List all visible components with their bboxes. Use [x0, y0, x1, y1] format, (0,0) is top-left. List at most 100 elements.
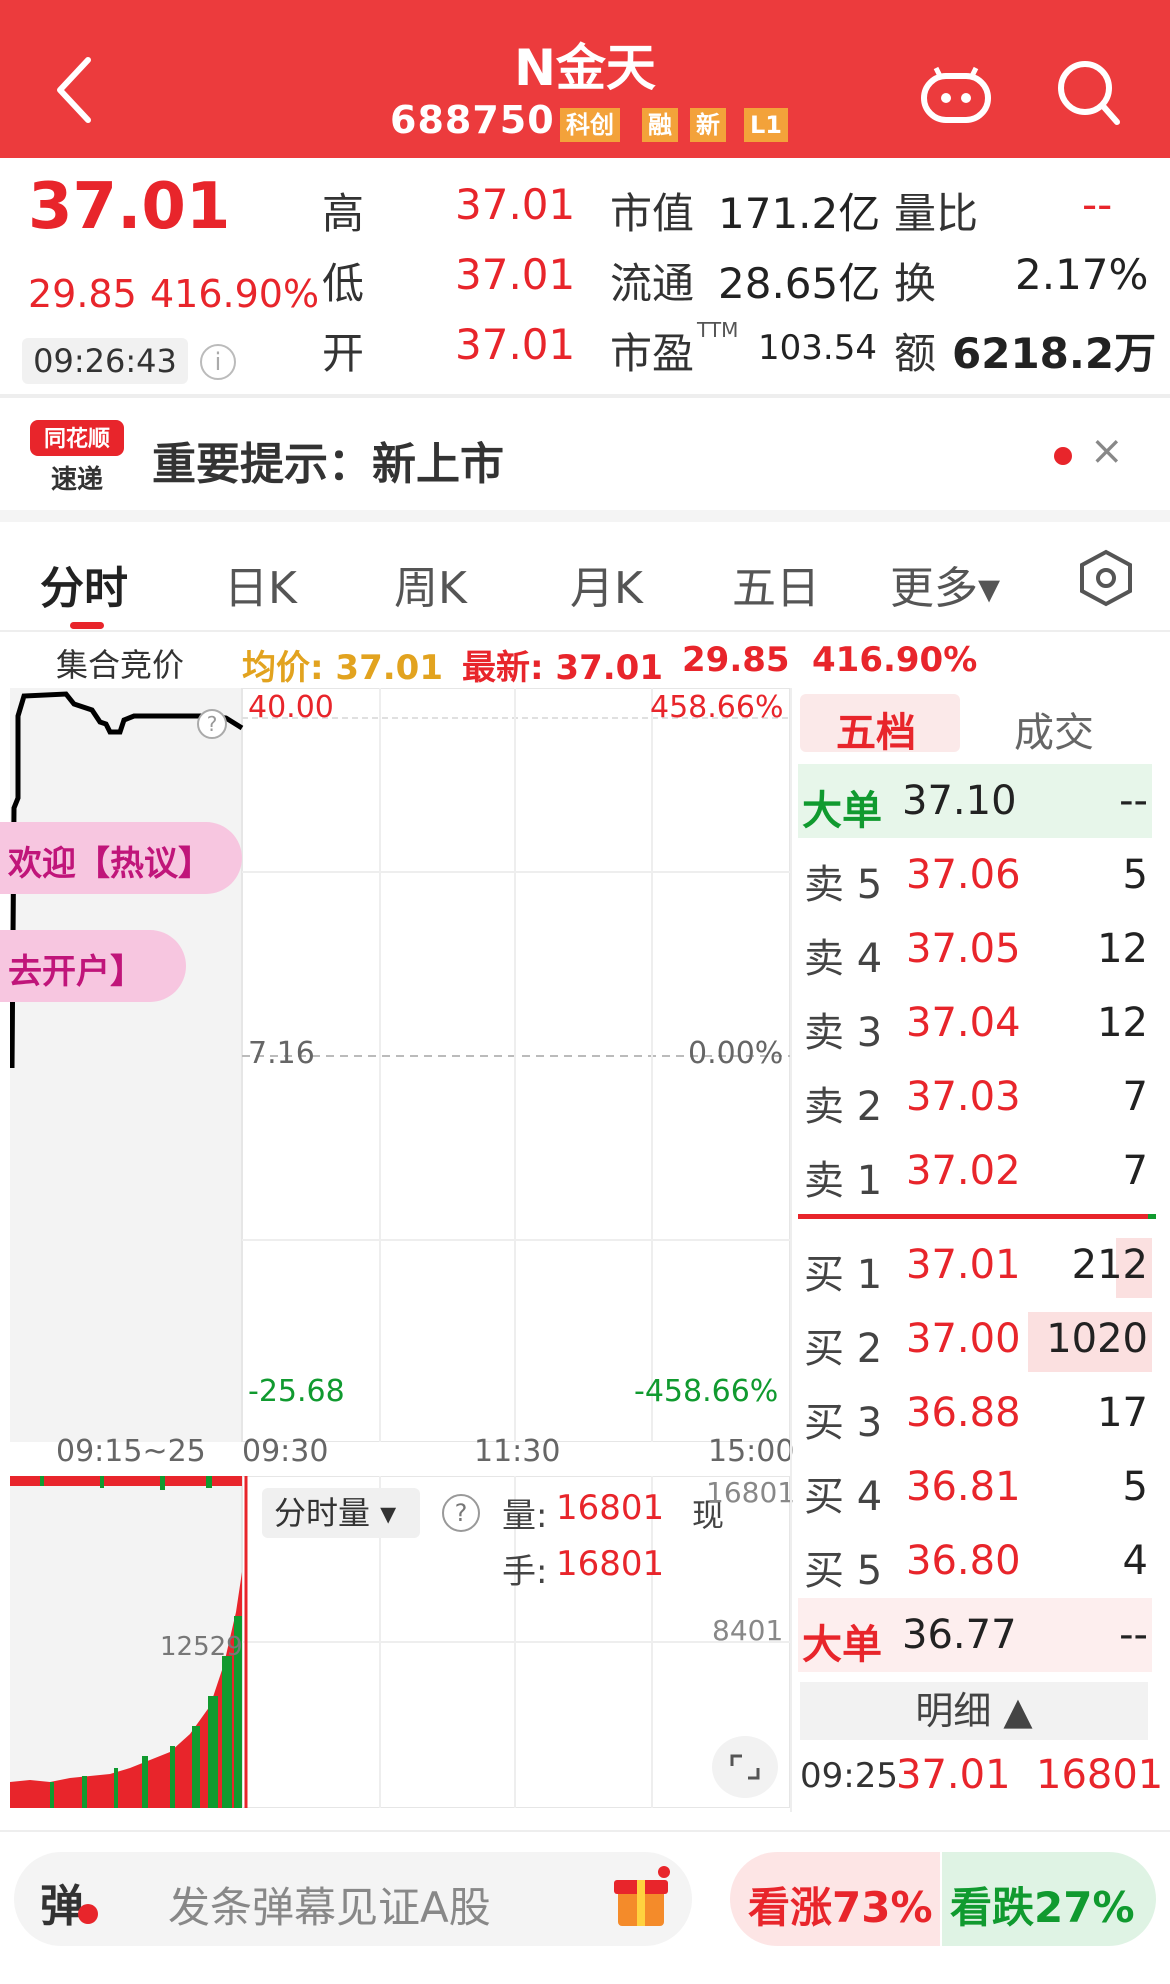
- price-change: 29.85: [28, 272, 137, 316]
- unread-dot: [1054, 447, 1072, 465]
- big-buy-order: 大单 36.77 --: [798, 1598, 1152, 1672]
- danmu-icon: 弹: [40, 1881, 84, 1932]
- high-value: 37.01: [455, 180, 576, 229]
- ask-row[interactable]: 卖 1 37.02 7: [798, 1134, 1152, 1208]
- trade-price: 37.01: [896, 1752, 1011, 1798]
- market-cap-value: 171.2亿: [718, 189, 881, 238]
- ask-row[interactable]: 卖 2 37.03 7: [798, 1060, 1152, 1134]
- tag-new: 新: [690, 108, 726, 142]
- volume-axis-top: 16801: [706, 1476, 796, 1509]
- y-axis-bottom: -25.68: [248, 1374, 345, 1409]
- float-cap-label: 流通: [610, 259, 695, 308]
- tab-trades[interactable]: 成交: [1014, 700, 1094, 758]
- robot-assistant-icon[interactable]: [920, 66, 992, 124]
- stock-name: N金天: [514, 39, 656, 97]
- amount-value: 6218.2万: [952, 329, 1157, 378]
- tab-weekly-k[interactable]: 周K: [394, 552, 467, 616]
- hand-value: 16801: [556, 1544, 665, 1584]
- volume-axis-mid: 8401: [712, 1614, 784, 1647]
- tag-level1: L1: [744, 108, 788, 142]
- volume-value: 16801: [556, 1488, 665, 1528]
- y-axis-top: 40.00: [248, 690, 334, 725]
- divider: [0, 1830, 1170, 1832]
- divider: [0, 394, 1170, 398]
- pe-ttm-sup: TTM: [697, 318, 739, 342]
- auction-volume-label: 12529: [160, 1632, 243, 1662]
- y-axis-bottom-pct: -458.66%: [634, 1374, 779, 1409]
- help-icon[interactable]: ?: [442, 1494, 480, 1532]
- ask-row[interactable]: 卖 4 37.05 12: [798, 912, 1152, 986]
- auction-label: 集合竞价: [56, 646, 185, 684]
- ask-row[interactable]: 卖 5 37.06 5: [798, 838, 1152, 912]
- latest-change: 29.85: [682, 640, 790, 680]
- bid-row[interactable]: 买 2 37.00 1020: [798, 1302, 1152, 1376]
- low-value: 37.01: [455, 250, 576, 299]
- latest-change-pct: 416.90%: [812, 640, 978, 680]
- volume-ratio-value: --: [1082, 180, 1113, 229]
- open-label: 开: [322, 329, 365, 378]
- fullscreen-icon[interactable]: [712, 1736, 778, 1798]
- volume-type-dropdown[interactable]: 分时量 ▾: [262, 1488, 420, 1538]
- volume-ratio-label: 量比: [894, 189, 979, 238]
- tab-daily-k[interactable]: 日K: [224, 552, 297, 616]
- spread-divider: [798, 1214, 1148, 1219]
- turnover-label: 换: [894, 259, 937, 308]
- tag-margin: 融: [642, 108, 678, 142]
- tab-monthly-k[interactable]: 月K: [570, 552, 643, 616]
- hot-topic-bubble-text: 欢迎【热议】: [8, 844, 212, 884]
- close-icon[interactable]: ×: [1090, 428, 1124, 474]
- gift-icon[interactable]: [612, 1866, 670, 1930]
- svg-text:同花顺: 同花顺: [44, 426, 110, 452]
- pe-value: 103.54: [758, 328, 877, 368]
- market-cap-label: 市值: [610, 189, 695, 238]
- tab-more[interactable]: 更多▾: [890, 552, 1000, 616]
- x-axis-open: 09:30: [242, 1434, 329, 1469]
- open-value: 37.01: [455, 320, 576, 369]
- float-cap-value: 28.65亿: [718, 259, 881, 308]
- spread-divider-tail: [1148, 1214, 1156, 1219]
- x-axis-close: 15:00: [708, 1434, 795, 1469]
- info-icon[interactable]: i: [200, 344, 236, 380]
- last-price: 37.01: [28, 170, 231, 244]
- tab-five-day[interactable]: 五日: [732, 552, 820, 616]
- notice-text[interactable]: 重要提示：新上市: [152, 428, 504, 492]
- bid-row[interactable]: 买 5 36.80 4: [798, 1524, 1152, 1598]
- svg-text:?: ?: [207, 712, 218, 736]
- big-sell-order: 大单 37.10 --: [798, 764, 1152, 838]
- settings-hexagon-icon[interactable]: [1078, 548, 1134, 608]
- hand-label: 手:: [502, 1552, 548, 1592]
- price-change-pct: 416.90%: [150, 272, 320, 316]
- detail-toggle[interactable]: 明细 ▲: [800, 1682, 1148, 1740]
- ths-express-logo: 同花顺 速递: [30, 420, 124, 495]
- amount-label: 额: [894, 329, 937, 378]
- bearish-vote-label: 看跌27%: [950, 1883, 1135, 1932]
- danmu-badge: [78, 1904, 98, 1924]
- volume-label: 量:: [502, 1496, 548, 1536]
- ask-row[interactable]: 卖 3 37.04 12: [798, 986, 1152, 1060]
- divider: [0, 630, 1170, 632]
- y-axis-mid-pct: 0.00%: [688, 1036, 784, 1071]
- avg-price: 均价: 37.01: [242, 648, 443, 688]
- bid-row[interactable]: 买 3 36.88 17: [798, 1376, 1152, 1450]
- bid-row[interactable]: 买 4 36.81 5: [798, 1450, 1152, 1524]
- danmu-placeholder: 发条弹幕见证A股: [168, 1883, 491, 1932]
- intraday-price-chart[interactable]: ?: [10, 688, 790, 1442]
- pe-label: 市盈: [610, 329, 695, 378]
- y-axis-mid: 7.16: [248, 1036, 315, 1071]
- x-axis-noon: 11:30: [474, 1434, 561, 1469]
- x-axis-auction: 09:15~25: [56, 1434, 206, 1469]
- search-icon[interactable]: [1055, 58, 1121, 128]
- active-tab-indicator: [70, 622, 104, 629]
- svg-text:速递: 速递: [51, 464, 103, 495]
- high-label: 高: [322, 189, 365, 238]
- bid-row[interactable]: 买 1 37.01 212: [798, 1228, 1152, 1302]
- tab-intraday[interactable]: 分时: [40, 552, 128, 616]
- tab-five-levels-label: 五档: [836, 710, 916, 756]
- low-label: 低: [322, 259, 365, 308]
- latest-price: 最新: 37.01: [462, 648, 663, 688]
- bullish-vote-label: 看涨73%: [748, 1883, 933, 1932]
- turnover-value: 2.17%: [1015, 250, 1149, 299]
- trade-volume: 16801: [1036, 1752, 1164, 1798]
- y-axis-top-pct: 458.66%: [650, 690, 784, 725]
- trade-time: 09:25: [800, 1756, 898, 1796]
